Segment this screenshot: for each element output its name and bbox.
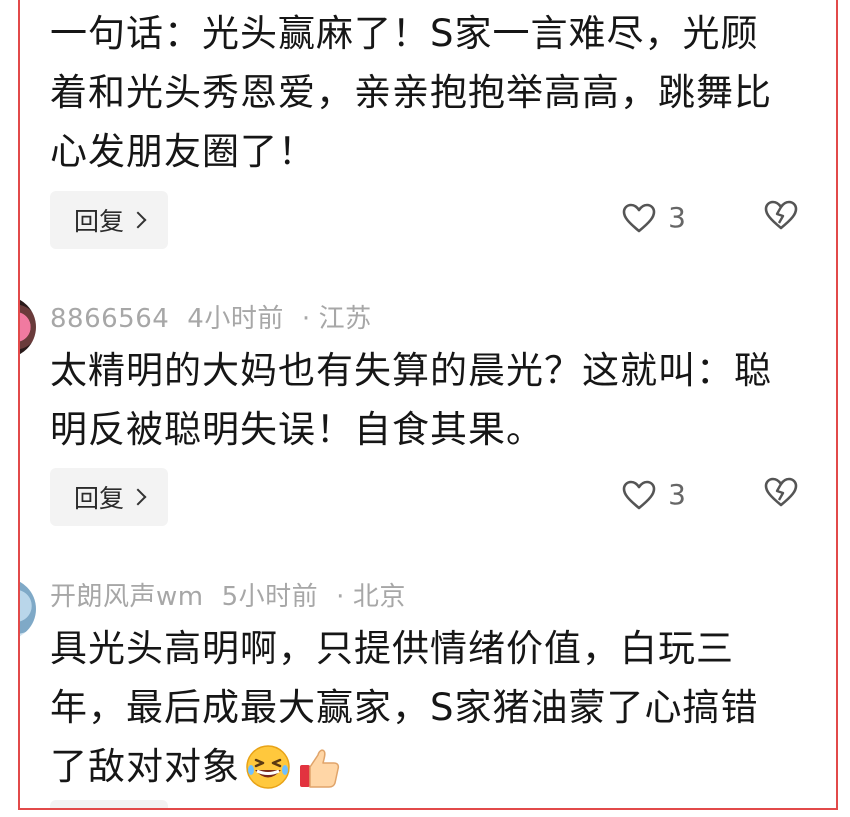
separator: · <box>301 304 311 334</box>
avatar[interactable] <box>20 296 36 358</box>
like-count: 3 <box>668 478 686 511</box>
comment-text-line: 一句话：光头赢麻了！S家一言难尽，光顾 <box>50 12 759 55</box>
comment-meta: 8866564 4小时前 · 江苏 <box>50 298 812 335</box>
separator: · <box>336 582 345 612</box>
timestamp: 5小时前 <box>221 582 319 612</box>
thumbs-up-emoji-icon <box>300 748 340 788</box>
chevron-right-icon <box>129 488 147 506</box>
comment-actions: 回复 3 <box>50 468 812 526</box>
comment-actions: 回复 3 <box>50 191 812 249</box>
comment-item: 开朗风声wm 5小时前 · 北京 具光头高明啊，只提供情绪价值，白玩三 年，最后成最大… <box>50 576 812 796</box>
grinning-squint-emoji-icon <box>246 744 290 789</box>
comment-text-line: 着和光头秀恩爱，亲亲抱抱举高高，跳舞比 <box>50 71 772 114</box>
comment-text-line: 心发朋友圈了！ <box>50 130 316 173</box>
comment-text-line: 了敌对对象 <box>50 745 240 788</box>
like-button[interactable]: 3 <box>622 201 686 234</box>
location: 江苏 <box>318 304 372 334</box>
dislike-button[interactable] <box>764 199 798 235</box>
comment-text: 一句话：光头赢麻了！S家一言难尽，光顾 着和光头秀恩爱，亲亲抱抱举高高，跳舞比 … <box>50 4 812 181</box>
username[interactable]: 开朗风声wm <box>50 582 204 612</box>
dislike-button[interactable] <box>764 476 798 512</box>
location: 北京 <box>352 582 406 612</box>
comment-text-line: 太精明的大妈也有失算的晨光？这就叫：聪 <box>50 349 772 392</box>
comment-text-line: 具光头高明啊，只提供情绪价值，白玩三 <box>50 627 734 670</box>
like-button[interactable]: 3 <box>622 478 686 511</box>
reply-label: 回复 <box>73 484 124 513</box>
comment-text-line: 年，最后成最大赢家，S家猪油蒙了心搞错 <box>50 686 759 729</box>
comment-text-line-last: 了敌对对象 <box>50 737 812 796</box>
heart-outline-icon <box>622 480 656 509</box>
comment-item: 8866564 4小时前 · 江苏 太精明的大妈也有失算的晨光？这就叫：聪 明反被聪明… <box>50 298 812 459</box>
broken-heart-icon <box>764 477 798 507</box>
screenshot-frame: 一句话：光头赢麻了！S家一言难尽，光顾 着和光头秀恩爱，亲亲抱抱举高高，跳舞比 … <box>18 0 838 810</box>
like-count: 3 <box>668 201 686 234</box>
reply-button[interactable]: 回复 <box>50 191 168 249</box>
comment-text: 具光头高明啊，只提供情绪价值，白玩三 年，最后成最大赢家，S家猪油蒙了心搞错 了… <box>50 619 812 796</box>
comment-item: 一句话：光头赢麻了！S家一言难尽，光顾 着和光头秀恩爱，亲亲抱抱举高高，跳舞比 … <box>50 4 812 181</box>
chevron-right-icon <box>129 211 147 229</box>
reply-label: 回复 <box>73 207 124 236</box>
comment-text-line: 明反被聪明失误！自食其果。 <box>50 408 544 451</box>
broken-heart-icon <box>764 200 798 230</box>
comment-meta: 开朗风声wm 5小时前 · 北京 <box>50 576 812 613</box>
avatar[interactable] <box>20 578 36 640</box>
heart-outline-icon <box>622 203 656 232</box>
reply-button-partial[interactable] <box>50 800 168 808</box>
timestamp: 4小时前 <box>187 304 284 334</box>
reply-button[interactable]: 回复 <box>50 468 168 526</box>
username[interactable]: 8866564 <box>50 304 169 334</box>
comment-text: 太精明的大妈也有失算的晨光？这就叫：聪 明反被聪明失误！自食其果。 <box>50 341 812 459</box>
